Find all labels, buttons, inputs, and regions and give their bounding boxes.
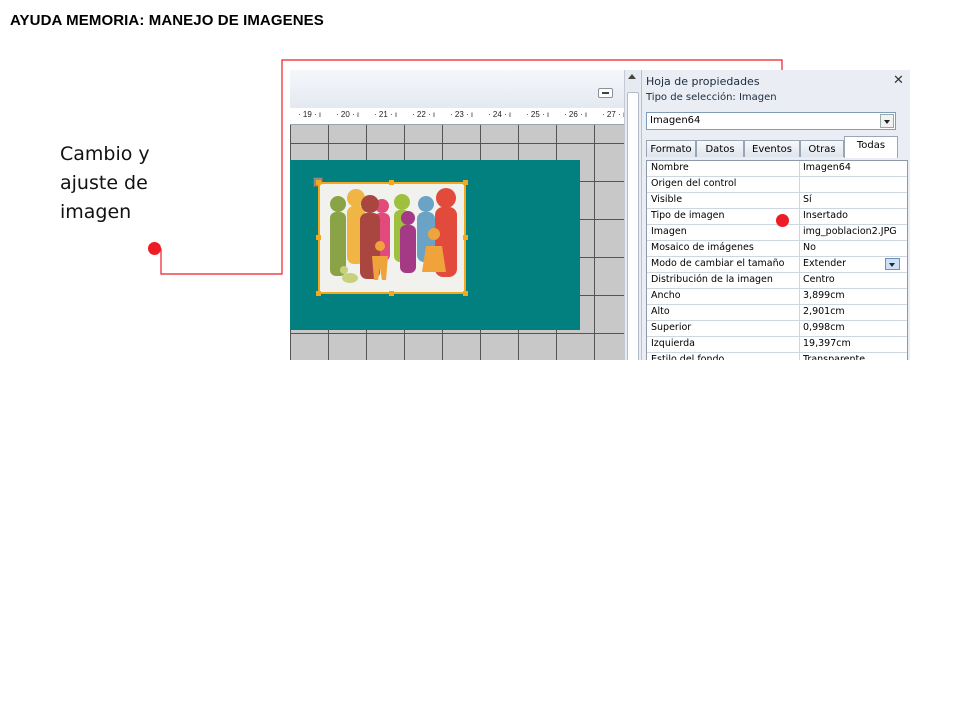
ruler-label: · 26 · ı [564, 110, 588, 119]
slide-title: AYUDA MEMORIA: MANEJO DE IMAGENES [10, 12, 324, 29]
property-name: Mosaico de imágenes [651, 242, 754, 253]
property-value[interactable]: Centro [803, 274, 907, 285]
property-name: Distribución de la imagen [651, 274, 773, 285]
property-row[interactable]: Ancho 3,899cm [647, 289, 907, 305]
property-sheet-title: Hoja de propiedades [646, 75, 760, 88]
form-designer: · 19 · ı · 20 · ı · 21 · ı · 22 · ı · 23 · ı… [290, 70, 640, 360]
ruler-label: · 21 · ı [374, 110, 398, 119]
tab-otras[interactable]: Otras [800, 140, 844, 157]
resize-handle[interactable] [316, 235, 321, 240]
column-divider [799, 273, 800, 288]
property-name: Superior [651, 322, 692, 333]
selection-type: Tipo de selección: Imagen [646, 92, 777, 103]
property-row[interactable]: Visible Sí [647, 193, 907, 209]
tab-eventos[interactable]: Eventos [744, 140, 800, 157]
ruler-label: · 27 · ı [602, 110, 626, 119]
object-select-value: Imagen64 [650, 115, 701, 126]
property-value[interactable]: Imagen64 [803, 162, 907, 173]
image-control[interactable] [318, 182, 466, 294]
tab-formato[interactable]: Formato [646, 140, 696, 157]
column-divider [799, 241, 800, 256]
column-divider [799, 225, 800, 240]
annotation-text: Cambio y ajuste de imagen [60, 143, 150, 223]
callout-dot-right [776, 214, 789, 227]
chevron-down-icon[interactable] [880, 114, 894, 128]
resize-handle[interactable] [463, 235, 468, 240]
resize-handle[interactable] [389, 291, 394, 296]
column-divider [799, 337, 800, 352]
ruler-label: · 22 · ı [412, 110, 436, 119]
ruler-label: · 23 · ı [450, 110, 474, 119]
property-row[interactable]: Superior 0,998cm [647, 321, 907, 337]
column-divider [799, 289, 800, 304]
property-row[interactable]: Izquierda 19,397cm [647, 337, 907, 353]
property-name: Alto [651, 306, 670, 317]
property-name: Izquierda [651, 338, 695, 349]
property-value[interactable]: 2,901cm [803, 306, 907, 317]
property-value[interactable]: img_poblacion2.JPG [803, 226, 907, 237]
ruler-label: · 19 · ı [298, 110, 322, 119]
column-divider [799, 353, 800, 360]
ruler-label: · 20 · ı [336, 110, 360, 119]
column-divider [799, 305, 800, 320]
ruler-label: · 24 · ı [488, 110, 512, 119]
horizontal-ruler: · 19 · ı · 20 · ı · 21 · ı · 22 · ı · 23 · ı… [290, 108, 626, 125]
property-value[interactable]: Insertado [803, 210, 907, 221]
property-value[interactable]: Sí [803, 194, 907, 205]
property-row[interactable]: Estilo del fondo Transparente [647, 353, 907, 360]
resize-handle[interactable] [316, 180, 321, 185]
property-sheet: Hoja de propiedades ✕ Tipo de selección:… [641, 70, 910, 360]
column-divider [799, 161, 800, 176]
property-name: Origen del control [651, 178, 737, 189]
property-name: Imagen [651, 226, 687, 237]
property-row[interactable]: Modo de cambiar el tamaño Extender [647, 257, 907, 273]
property-row[interactable]: Mosaico de imágenes No [647, 241, 907, 257]
property-name: Ancho [651, 290, 681, 301]
scroll-up-icon[interactable] [628, 74, 636, 79]
selection-type-value: Imagen [738, 92, 777, 103]
selection-type-label: Tipo de selección: [646, 92, 736, 103]
object-select[interactable]: Imagen64 [646, 112, 896, 130]
vertical-scrollbar[interactable] [624, 70, 640, 360]
resize-handle[interactable] [389, 180, 394, 185]
column-divider [799, 209, 800, 224]
resize-handle[interactable] [463, 291, 468, 296]
property-tabs: Formato Datos Eventos Otras Todas [646, 136, 908, 158]
resize-handle[interactable] [463, 180, 468, 185]
resize-handle[interactable] [316, 291, 321, 296]
property-row[interactable]: Nombre Imagen64 [647, 161, 907, 177]
tab-todas[interactable]: Todas [844, 136, 898, 158]
property-name: Estilo del fondo [651, 354, 725, 360]
property-value[interactable]: 19,397cm [803, 338, 907, 349]
property-value[interactable]: 3,899cm [803, 290, 907, 301]
column-divider [799, 177, 800, 192]
callout-dot-left [148, 242, 161, 255]
column-divider [799, 321, 800, 336]
property-value[interactable]: Transparente [803, 354, 907, 360]
scroll-thumb[interactable] [627, 92, 639, 360]
property-row[interactable]: Origen del control [647, 177, 907, 193]
minimize-button[interactable] [598, 88, 613, 98]
close-icon[interactable]: ✕ [893, 73, 904, 88]
column-divider [799, 257, 800, 272]
designer-header [290, 70, 624, 109]
property-row[interactable]: Imagen img_poblacion2.JPG [647, 225, 907, 241]
chevron-down-icon[interactable] [885, 258, 900, 270]
property-value[interactable]: 0,998cm [803, 322, 907, 333]
access-screenshot: · 19 · ı · 20 · ı · 21 · ı · 22 · ı · 23 · ı… [290, 70, 910, 360]
property-grid: Nombre Imagen64 Origen del control Visible S… [646, 160, 908, 360]
tab-datos[interactable]: Datos [696, 140, 744, 157]
family-picture [320, 184, 464, 292]
property-name: Modo de cambiar el tamaño [651, 258, 785, 269]
column-divider [799, 193, 800, 208]
property-name: Nombre [651, 162, 689, 173]
ruler-label: · 25 · ı [526, 110, 550, 119]
property-value[interactable]: No [803, 242, 907, 253]
property-row[interactable]: Alto 2,901cm [647, 305, 907, 321]
property-row[interactable]: Distribución de la imagen Centro [647, 273, 907, 289]
property-name: Visible [651, 194, 683, 205]
